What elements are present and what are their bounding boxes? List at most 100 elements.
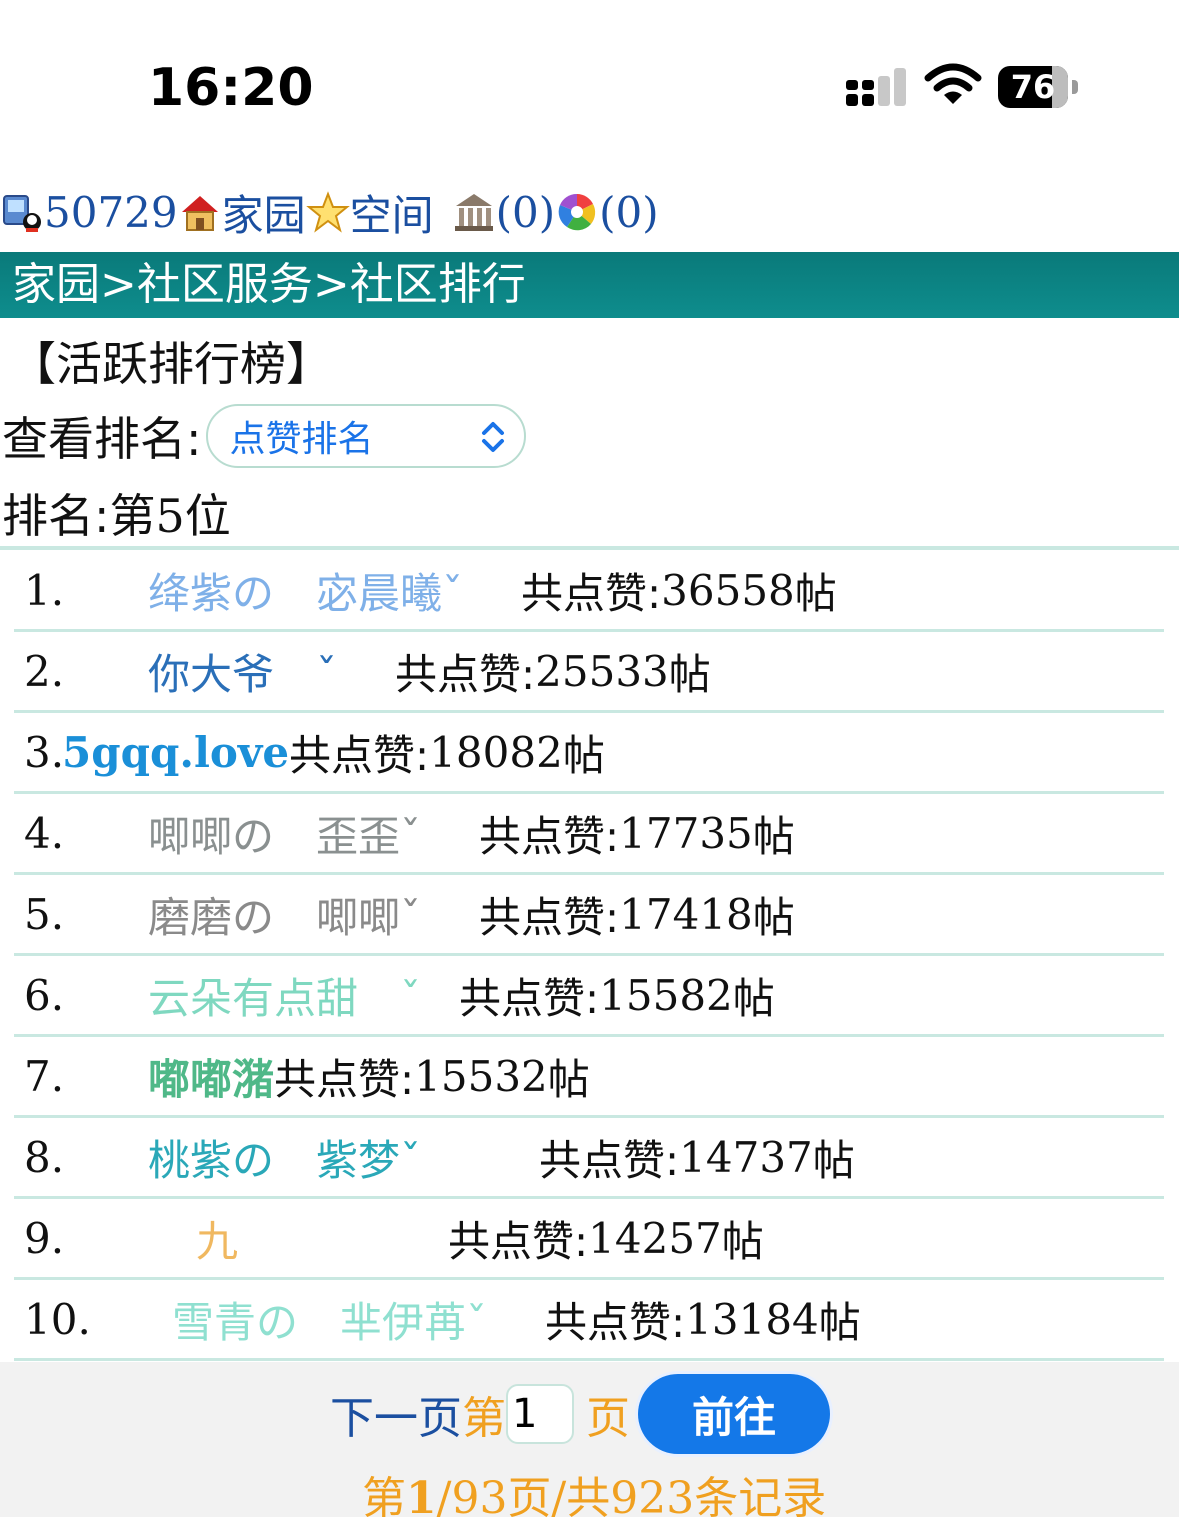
like-count: 14257 [588,1213,722,1263]
battery-level: 76 [1010,68,1056,106]
rank-number: 5. [24,889,65,939]
rank-type-selected: 点赞排名 [229,419,374,460]
like-label: 共点赞: [539,1135,680,1185]
view-rank-row: 查看排名: 点赞排名 [2,400,526,472]
like-unit: 帖 [721,1216,764,1266]
member-name-link[interactable]: 绛紫の 宓晨曦ˇ [148,560,463,621]
rank-number: 4. [24,808,65,858]
page-title: 【活跃排行榜】 [10,337,332,391]
bank-icon [454,194,493,231]
member-name-link[interactable]: 嘟嘟潴 [148,1046,274,1107]
member-name-link[interactable]: 你大爷 ˇ [148,641,337,702]
like-unit: 帖 [794,568,837,618]
star-space-icon [305,191,350,233]
ranking-row: 5. 磨磨の 唧唧ˇ 共点赞: 17418 帖 [14,875,1164,956]
battery-icon: 76 [998,66,1068,108]
like-count: 15582 [599,970,733,1020]
member-name-link[interactable]: 九 [196,1208,238,1269]
like-label: 共点赞: [289,730,430,780]
like-label: 共点赞: [274,1054,415,1104]
wifi-icon [924,63,982,104]
page-prefix: 第 [462,1393,506,1444]
rank-number: 1. [24,565,65,615]
like-label: 共点赞: [448,1216,589,1266]
like-count: 17735 [619,808,753,858]
status-time: 16:20 [148,58,314,118]
ranking-row: 1. 绛紫の 宓晨曦ˇ 共点赞: 36558 帖 [14,551,1164,632]
rank-type-select[interactable]: 点赞排名 [205,404,526,468]
member-name-link[interactable]: 5gqq.love [62,728,289,777]
space-link[interactable]: 空间 [350,182,434,243]
member-name-link[interactable]: 桃紫の 紫梦ˇ [148,1127,421,1188]
rank-number: 3. [24,727,65,777]
like-count: 36558 [661,565,795,615]
like-unit: 帖 [752,892,795,942]
pager-footer: 下一页 第 1 页 前往 第1/93页/共923条记录 [0,1362,1179,1524]
like-unit: 帖 [732,973,775,1023]
pager: 下一页 第 1 页 前往 [330,1374,830,1454]
rank-number: 7. [24,1051,65,1101]
like-count: 17418 [619,889,753,939]
member-name-link[interactable]: 磨磨の 唧唧ˇ [148,884,421,945]
like-count: 13184 [685,1294,819,1344]
like-label: 共点赞: [521,568,662,618]
my-rank: 排名:第5位 [2,480,231,546]
next-page-link[interactable]: 下一页 [330,1382,462,1446]
current-page: 1 [406,1473,437,1524]
member-name-link[interactable]: 雪青の 芈伊苒ˇ [172,1289,487,1350]
like-unit: 帖 [562,730,605,780]
my-rank-suffix: 位 [184,489,231,543]
page-summary: 第1/93页/共923条记录 [362,1462,826,1526]
like-unit: 帖 [752,811,795,861]
like-label: 共点赞: [545,1297,686,1347]
like-unit: 帖 [668,649,711,699]
rank-number: 8. [24,1132,65,1182]
view-rank-label: 查看排名: [2,412,202,466]
like-label: 共点赞: [479,892,620,942]
my-rank-prefix: 排名:第 [2,489,156,543]
rank-number: 2. [24,646,65,696]
like-label: 共点赞: [479,811,620,861]
page-suffix: 页 [586,1393,630,1444]
like-label: 共点赞: [459,973,600,1023]
photo-count-link[interactable]: (0) [599,188,659,237]
battery-tip [1072,80,1078,94]
like-count: 18082 [429,727,563,777]
member-name-link[interactable]: 云朵有点甜 ˇ [148,965,421,1026]
like-label: 共点赞: [395,649,536,699]
ranking-row: 2. 你大爷 ˇ 共点赞: 25533 帖 [14,632,1164,713]
like-unit: 帖 [547,1054,590,1104]
status-bar: 16:20 76 [0,0,1179,170]
rank-number: 9. [24,1213,65,1263]
home-link[interactable]: 家园 [222,182,306,243]
ranking-row: 3. 5gqq.love 共点赞: 18082 帖 [14,713,1164,794]
ranking-row: 10. 雪青の 芈伊苒ˇ 共点赞: 13184 帖 [14,1280,1164,1361]
rank-number: 6. [24,970,65,1020]
like-count: 14737 [679,1132,813,1182]
like-count: 15532 [414,1051,548,1101]
like-unit: 帖 [812,1135,855,1185]
breadcrumb: 家园>社区服务>社区排行 [0,252,1179,318]
ranking-list: 1. 绛紫の 宓晨曦ˇ 共点赞: 36558 帖 2. 你大爷 ˇ 共点赞: 25533 帖 3. 5… [14,551,1164,1361]
go-button[interactable]: 前往 [638,1374,830,1454]
ranking-row: 9. 九 共点赞: 14257 帖 [14,1199,1164,1280]
my-rank-value: 5 [155,489,185,543]
divider [0,546,1179,550]
ranking-row: 8. 桃紫の 紫梦ˇ 共点赞: 14737 帖 [14,1118,1164,1199]
ranking-row: 4. 唧唧の 歪歪ˇ 共点赞: 17735 帖 [14,794,1164,875]
ranking-row: 6. 云朵有点甜 ˇ 共点赞: 15582 帖 [14,956,1164,1037]
member-name-link[interactable]: 唧唧の 歪歪ˇ [148,803,421,864]
rank-number: 10. [24,1294,91,1344]
like-count: 25533 [535,646,669,696]
summary-rest: /93页/共923条记录 [436,1473,827,1524]
summary-prefix: 第 [362,1473,406,1524]
user-toolbar: 50729 家园 空间 (0) (0) [0,180,659,244]
photo-album-icon [558,193,596,231]
ranking-row: 7. 嘟嘟潴 共点赞: 15532 帖 [14,1037,1164,1118]
home-icon [181,196,218,231]
chevron-up-down-icon [481,422,504,452]
page-number-input[interactable]: 1 [506,1384,574,1444]
user-id-link[interactable]: 50729 [44,188,178,237]
bank-count-link[interactable]: (0) [496,188,556,237]
cellular-signal-icon [846,68,906,106]
